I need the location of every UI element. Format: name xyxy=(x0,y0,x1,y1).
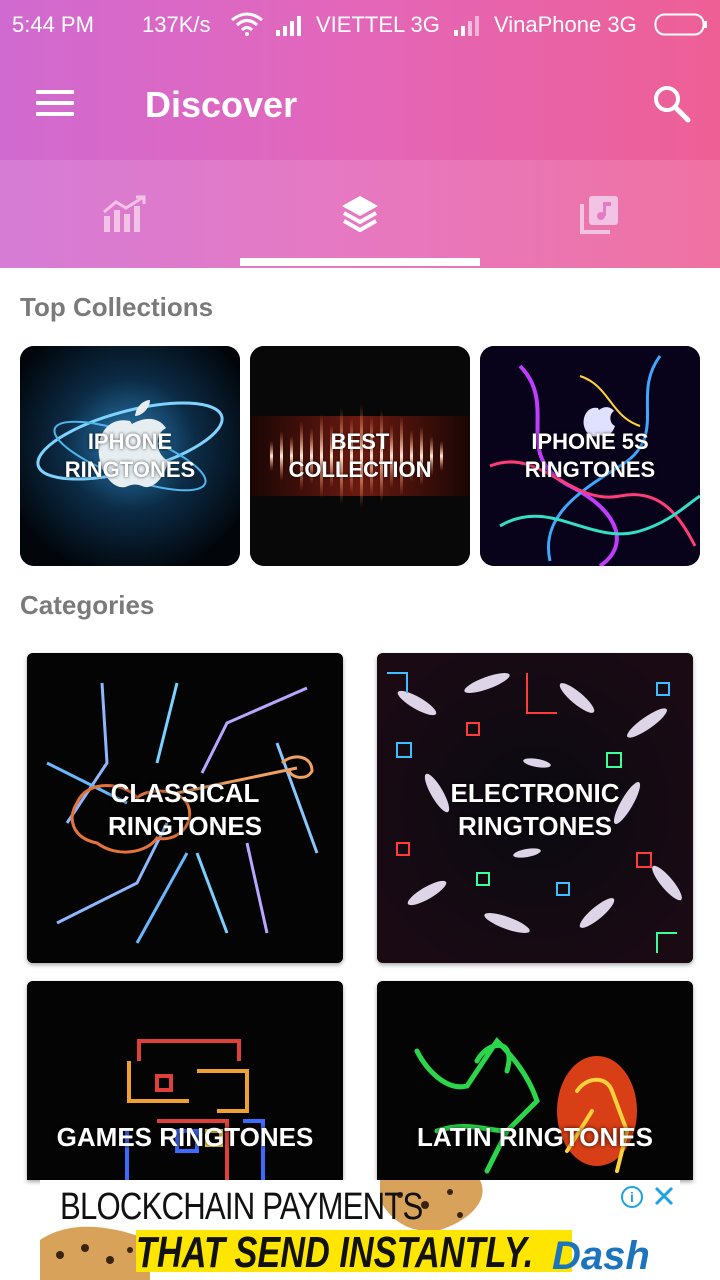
header: 5:44 PM 137K/s VIETTEL 3G VinaPhone 3G D… xyxy=(0,0,720,268)
ad-close-icon[interactable] xyxy=(652,1184,676,1208)
category-label: LATIN RINGTONES xyxy=(417,1122,653,1152)
tab-trending[interactable] xyxy=(0,160,240,268)
collection-label: IPHONE RINGTONES xyxy=(64,429,196,482)
carrier-2: VinaPhone 3G xyxy=(494,12,637,37)
status-bar: 5:44 PM 137K/s VIETTEL 3G VinaPhone 3G xyxy=(0,0,720,50)
top-collections-heading: Top Collections xyxy=(20,292,214,322)
ad-subheadline: THAT SEND INSTANTLY. xyxy=(136,1228,534,1277)
category-label: CLASSICAL RINGTONES xyxy=(107,778,263,841)
ad-brand-logo: Dash xyxy=(552,1234,650,1278)
category-label: ELECTRONIC RINGTONES xyxy=(450,778,620,841)
ad-info-icon[interactable]: i xyxy=(621,1186,643,1208)
category-card-games[interactable]: GAMES RINGTONES xyxy=(27,981,343,1180)
collection-label: BEST COLLECTION xyxy=(288,429,432,482)
page-title: Discover xyxy=(145,84,298,125)
wifi-icon xyxy=(231,12,263,36)
collection-card-best[interactable]: BEST COLLECTION xyxy=(250,346,470,566)
collection-label: IPHONE 5S RINGTONES xyxy=(524,429,656,482)
ad-headline: BLOCKCHAIN PAYMENTS xyxy=(60,1186,423,1228)
search-icon[interactable] xyxy=(652,84,692,124)
tab-bar xyxy=(0,160,720,268)
network-speed: 137K/s xyxy=(142,12,211,37)
menu-icon[interactable] xyxy=(36,90,76,118)
battery-icon xyxy=(654,13,707,36)
music-library-icon xyxy=(580,196,618,234)
collection-card-iphone[interactable]: IPHONE RINGTONES xyxy=(20,346,240,566)
collection-card-iphone5s[interactable]: IPHONE 5S RINGTONES xyxy=(480,346,700,566)
trending-chart-icon xyxy=(103,195,146,232)
signal-strength-icon xyxy=(276,16,301,36)
tab-selected-indicator xyxy=(240,258,480,266)
status-time: 5:44 PM xyxy=(12,12,94,37)
ad-banner[interactable]: BLOCKCHAIN PAYMENTS THAT SEND INSTANTLY.… xyxy=(40,1180,680,1280)
carrier-1: VIETTEL 3G xyxy=(316,12,440,37)
tab-library[interactable] xyxy=(480,160,720,268)
category-card-latin[interactable]: LATIN RINGTONES xyxy=(377,981,693,1180)
category-label: GAMES RINGTONES xyxy=(56,1122,314,1152)
signal-strength-icon-2 xyxy=(454,16,479,36)
tab-collections[interactable] xyxy=(240,160,480,268)
category-card-electronic[interactable]: ELECTRONIC RINGTONES xyxy=(377,653,693,963)
app-bar: Discover xyxy=(0,50,720,160)
category-card-classical[interactable]: CLASSICAL RINGTONES xyxy=(27,653,343,963)
categories-heading: Categories xyxy=(20,590,155,620)
layers-icon xyxy=(342,196,378,232)
